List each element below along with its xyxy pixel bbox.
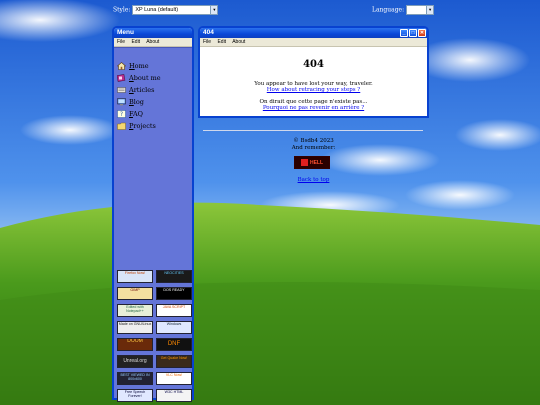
vlc-badge[interactable]: VLC Now!	[156, 372, 192, 385]
neocities-badge[interactable]: NEOCITIES	[156, 270, 192, 283]
svg-text:?: ?	[120, 111, 123, 118]
nav-label-faq: FAQ	[129, 110, 143, 118]
minimize-button[interactable]: _	[400, 29, 408, 37]
nav-item-about[interactable]: About me	[116, 73, 161, 83]
style-label: Style:	[113, 6, 131, 14]
error-window-title: 404	[203, 29, 214, 36]
nav-item-faq[interactable]: ? FAQ	[117, 109, 143, 119]
unreal-badge[interactable]: Unreal.org	[117, 355, 153, 368]
articles-icon	[117, 86, 126, 94]
doom-badge[interactable]: DOOM	[117, 338, 153, 351]
projects-icon	[117, 122, 126, 130]
blog-icon	[117, 98, 126, 106]
devil-icon	[300, 159, 308, 166]
style-select-value: XP Luna (default)	[135, 7, 179, 13]
retrace-link[interactable]: How about retracing your steps ?	[267, 87, 361, 93]
error-window: 404 _ □ ✕ File Edit About 404 You appear…	[198, 26, 429, 118]
menu-window-title: Menu	[117, 29, 134, 36]
return-link[interactable]: Pourquoi ne pas revenir en arrière ?	[263, 105, 364, 111]
copyright-text: © Bsdb4 2023	[293, 138, 334, 144]
language-label: Language:	[372, 6, 405, 14]
menu-window: Menu File Edit About Home About me Artic…	[112, 26, 194, 402]
error-window-titlebar[interactable]: 404 _ □ ✕	[200, 28, 427, 38]
footer-badge[interactable]: HELL	[294, 156, 330, 169]
error-heading: 404	[303, 59, 324, 70]
w3-badge[interactable]: W3C HTML	[156, 389, 192, 402]
about-icon	[116, 74, 126, 82]
menu-file[interactable]: File	[117, 39, 125, 45]
maximize-button[interactable]: □	[409, 29, 417, 37]
style-switcher: Style: XP Luna (default) ▼	[113, 5, 219, 15]
linux-badge[interactable]: Made on GNU/Linux	[117, 321, 153, 334]
dos-badge[interactable]: DOS READY	[156, 287, 192, 300]
nav-item-projects[interactable]: Projects	[117, 121, 156, 131]
menu-edit[interactable]: Edit	[131, 39, 140, 45]
error-window-menubar: File Edit About	[200, 38, 427, 47]
footer-badge-text: HELL	[309, 159, 324, 166]
chevron-down-icon: ▼	[210, 6, 218, 14]
nav-label-articles: Articles	[129, 86, 155, 94]
home-icon	[116, 62, 127, 70]
nav-label-about: About me	[129, 74, 161, 82]
language-switcher: Language: ▼	[372, 5, 435, 15]
divider	[203, 130, 423, 131]
nav-label-blog: Blog	[129, 98, 144, 106]
firefox-badge[interactable]: Firefox Now!	[117, 270, 153, 283]
menu-edit[interactable]: Edit	[217, 39, 226, 45]
language-select[interactable]: ▼	[406, 5, 435, 15]
close-button[interactable]: ✕	[418, 29, 426, 37]
menu-window-menubar: File Edit About	[114, 38, 192, 47]
menu-about[interactable]: About	[146, 39, 159, 45]
quake-badge[interactable]: Get Quake Now!	[156, 355, 192, 368]
edited-badge[interactable]: Edited with Notepad++	[117, 304, 153, 317]
menu-about[interactable]: About	[232, 39, 245, 45]
error-content: 404 You appear to have lost your way, tr…	[200, 47, 427, 116]
nav-item-blog[interactable]: Blog	[117, 97, 144, 107]
faq-icon: ?	[117, 110, 126, 118]
chevron-down-icon: ▼	[426, 6, 434, 14]
back-to-top-link[interactable]: Back to top	[298, 177, 330, 183]
java-badge[interactable]: JAVA SCRIPT	[156, 304, 192, 317]
menu-panel: Home About me Articles Blog ? FAQ Projec…	[114, 47, 192, 402]
style-select[interactable]: XP Luna (default) ▼	[132, 5, 219, 15]
nav-item-articles[interactable]: Articles	[117, 85, 154, 95]
nav-label-projects: Projects	[129, 122, 156, 130]
resolution-badge[interactable]: BEST VIEWED IN 800x600	[117, 372, 153, 385]
dnf-badge[interactable]: DNF	[156, 338, 192, 351]
nav-item-home[interactable]: Home	[116, 61, 149, 71]
remember-text: And remember:	[291, 145, 336, 151]
menu-file[interactable]: File	[203, 39, 211, 45]
freespeech-badge[interactable]: Free Speech Forever!	[117, 389, 153, 402]
windows-badge[interactable]: Windows	[156, 321, 192, 334]
gimp-badge[interactable]: GIMP	[117, 287, 153, 300]
nav-label-home: Home	[129, 62, 149, 70]
menu-window-titlebar[interactable]: Menu	[114, 28, 192, 38]
